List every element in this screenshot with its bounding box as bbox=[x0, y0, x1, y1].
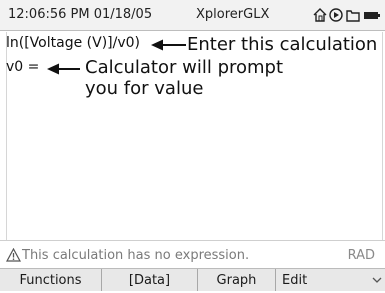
status-message: This calculation has no expression. bbox=[22, 248, 250, 263]
status-bar: 12:06:56 PM 01/18/05 XplorerGLX bbox=[0, 0, 385, 31]
play-icon[interactable] bbox=[329, 8, 343, 22]
angle-mode: RAD bbox=[347, 248, 375, 263]
message-bar: This calculation has no expression. RAD bbox=[0, 240, 385, 269]
edit-softkey[interactable]: Edit bbox=[276, 269, 385, 291]
folder-icon[interactable] bbox=[346, 10, 360, 22]
warning-icon bbox=[6, 248, 21, 262]
calculation-line[interactable]: ln([Voltage (V)]/v0) bbox=[6, 35, 140, 51]
variable-line[interactable]: v0 = bbox=[6, 59, 39, 75]
status-datetime: 12:06:56 PM 01/18/05 bbox=[8, 7, 153, 22]
arrow-left-icon bbox=[151, 39, 186, 51]
calculator-screen: 12:06:56 PM 01/18/05 XplorerGLX ln([Volt… bbox=[0, 0, 385, 291]
enter-calculation-note: Enter this calculation bbox=[187, 34, 378, 55]
app-title: XplorerGLX bbox=[196, 7, 270, 22]
prompt-note-continued: you for value bbox=[85, 78, 204, 99]
status-icons bbox=[312, 6, 382, 24]
softkey-bar: Functions [Data] Graph Edit bbox=[0, 268, 385, 291]
graph-softkey[interactable]: Graph bbox=[198, 269, 276, 291]
prompt-note: Calculator will prompt bbox=[85, 57, 284, 78]
status-icon-group bbox=[313, 8, 380, 22]
functions-softkey[interactable]: Functions bbox=[0, 269, 102, 291]
home-icon[interactable] bbox=[313, 8, 327, 22]
data-softkey[interactable]: [Data] bbox=[102, 269, 198, 291]
arrow-left-icon bbox=[47, 63, 80, 75]
battery-icon bbox=[364, 12, 380, 19]
chevron-down-icon bbox=[372, 277, 382, 283]
